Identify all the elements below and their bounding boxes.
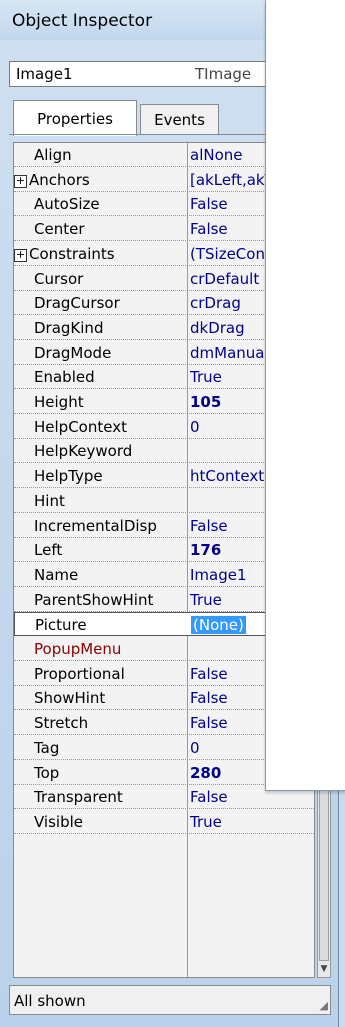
property-name-text: Transparent (34, 788, 123, 807)
property-name: HelpContext (34, 418, 184, 436)
property-name-text: Constraints (29, 244, 115, 263)
expand-plus-icon[interactable]: + (14, 174, 27, 188)
tab-events[interactable]: Events (140, 104, 219, 135)
property-name: ParentShowHint (34, 591, 184, 609)
property-name-text: Anchors (29, 170, 90, 189)
object-name: Image1 (16, 65, 73, 83)
property-name-text: ParentShowHint (34, 590, 154, 609)
scroll-down-icon[interactable]: ▼ (318, 961, 330, 977)
property-name: Left (34, 541, 184, 559)
property-name: Tag (34, 739, 184, 757)
property-name-text: Picture (35, 616, 87, 635)
property-name-text: HelpKeyword (34, 442, 133, 461)
property-name: IncrementalDisp (34, 517, 184, 535)
property-name: Center (34, 220, 184, 238)
property-name-text: Left (34, 541, 63, 560)
property-name: Top (34, 764, 184, 782)
property-name-text: Proportional (34, 664, 125, 683)
property-name: Visible (34, 813, 184, 831)
property-name-text: Stretch (34, 714, 89, 733)
property-name-text: HelpType (34, 467, 103, 486)
property-name: DragKind (34, 319, 184, 337)
property-name-text: Hint (34, 491, 65, 510)
property-name-text: PopupMenu (34, 640, 122, 658)
property-name-text: ShowHint (34, 689, 106, 708)
property-name: AutoSize (34, 195, 184, 213)
property-name-text: HelpContext (34, 417, 127, 436)
property-name: Stretch (34, 714, 184, 732)
property-name-text: Center (34, 220, 85, 239)
overlapping-popup (265, 0, 345, 791)
tab-label: Properties (37, 109, 113, 128)
property-name-text: Align (34, 146, 72, 164)
property-name-text: Name (34, 565, 79, 584)
property-name: Proportional (34, 665, 184, 683)
property-name: Transparent (34, 788, 184, 806)
property-name: PopupMenu (34, 640, 184, 658)
property-name: Height (34, 393, 184, 411)
status-bar: All shown ◢ (9, 985, 331, 1015)
property-name: + Anchors (14, 171, 164, 189)
property-name-text: Height (34, 393, 84, 411)
property-name: ShowHint (34, 689, 184, 707)
property-name: DragCursor (34, 294, 184, 312)
property-row[interactable]: Visible True (14, 810, 314, 834)
window-title: Object Inspector (12, 11, 153, 31)
property-value[interactable]: (None) (191, 616, 246, 635)
expand-plus-icon[interactable]: + (14, 248, 27, 262)
property-name-text: AutoSize (34, 195, 100, 214)
property-name-text: DragMode (34, 343, 112, 362)
property-name: + Constraints (14, 245, 164, 263)
tab-properties[interactable]: Properties (13, 100, 137, 136)
property-name-text: DragKind (34, 318, 104, 337)
property-name: Hint (34, 492, 184, 510)
property-name-text: Cursor (34, 269, 84, 288)
property-value[interactable]: True (190, 813, 314, 831)
property-name-text: IncrementalDisp (34, 516, 157, 535)
property-name: Picture (35, 616, 185, 634)
property-name-text: Tag (34, 738, 60, 757)
property-name: HelpKeyword (34, 442, 184, 460)
status-text: All shown (14, 992, 86, 1010)
property-name: Enabled (34, 368, 184, 386)
property-name: Name (34, 566, 184, 584)
property-name: Align (34, 146, 184, 164)
property-name: HelpType (34, 467, 184, 485)
property-name-text: DragCursor (34, 294, 120, 313)
property-name-text: Visible (34, 812, 83, 831)
property-name: Cursor (34, 270, 184, 288)
property-name-text: Top (34, 763, 60, 782)
object-type: TImage (195, 65, 252, 83)
tab-label: Events (154, 111, 205, 129)
property-name: DragMode (34, 344, 184, 362)
size-grip-icon[interactable]: ◢ (320, 999, 328, 1012)
property-name-text: Enabled (34, 368, 95, 387)
